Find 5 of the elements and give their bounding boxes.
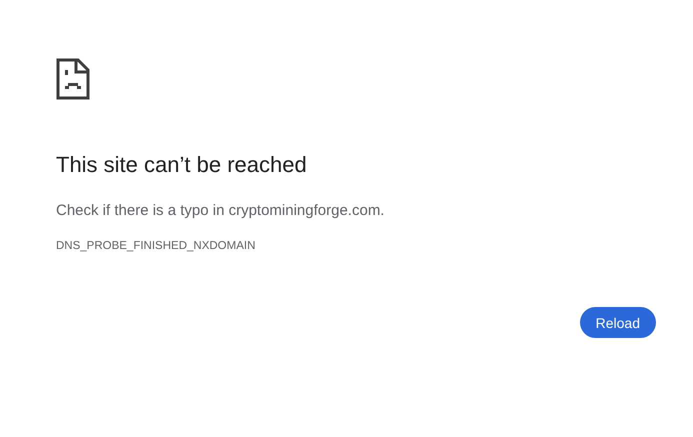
sad-page-icon (56, 58, 90, 100)
error-code: DNS_PROBE_FINISHED_NXDOMAIN (56, 239, 256, 254)
reload-button[interactable]: Reload (580, 307, 656, 338)
error-title: This site can’t be reached (56, 151, 308, 179)
error-message: Check if there is a typo in cryptominingforge.com. (56, 200, 386, 221)
